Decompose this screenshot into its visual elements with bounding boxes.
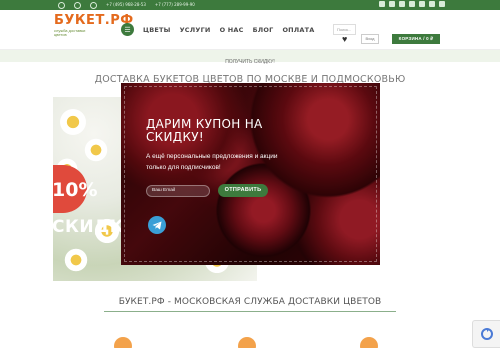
sale-percent: 10% bbox=[52, 179, 98, 201]
nav-item-blog[interactable]: БЛОГ bbox=[253, 26, 274, 34]
section-divider bbox=[104, 311, 396, 312]
mail-icon[interactable] bbox=[90, 1, 97, 9]
topbar-contacts: +7 (495) 968-28-53 +7 (777) 289-99-90 bbox=[58, 1, 195, 9]
promo-bar[interactable]: ПОЛУЧИТЬ СКИДКУ! bbox=[0, 50, 500, 65]
login-button[interactable]: Вход bbox=[361, 34, 379, 44]
instagram-icon[interactable] bbox=[389, 1, 395, 7]
menu-icon[interactable]: ☰ bbox=[121, 23, 134, 36]
wishlist-heart-icon[interactable]: ♥ bbox=[342, 34, 347, 44]
youtube-icon[interactable] bbox=[419, 1, 425, 7]
submit-button[interactable]: ОТПРАВИТЬ bbox=[218, 184, 268, 197]
coupon-popup: ДАРИМ КУПОН НА СКИДКУ! А ещё персональны… bbox=[121, 83, 380, 265]
telegram-icon[interactable] bbox=[429, 1, 435, 7]
whatsapp-icon[interactable] bbox=[439, 1, 445, 7]
popup-title: ДАРИМ КУПОН НА СКИДКУ! bbox=[146, 117, 263, 144]
cart-button[interactable]: КОРЗИНА / 0 ₽ bbox=[392, 34, 440, 44]
phone-primary[interactable]: +7 (495) 968-28-53 bbox=[106, 1, 146, 9]
nav-item-flowers[interactable]: ЦВЕТЫ bbox=[143, 26, 171, 34]
recaptcha-badge[interactable] bbox=[472, 320, 500, 348]
nav-item-payment[interactable]: ОПЛАТА bbox=[282, 26, 314, 34]
phone-secondary[interactable]: +7 (777) 289-99-90 bbox=[155, 1, 195, 9]
discount-icon bbox=[238, 337, 256, 348]
clock-icon[interactable] bbox=[74, 1, 81, 9]
vk-icon[interactable] bbox=[399, 1, 405, 7]
nav-item-about[interactable]: О НАС bbox=[220, 26, 244, 34]
email-field[interactable]: Ваш Email bbox=[146, 185, 210, 197]
daisy-image bbox=[83, 137, 109, 163]
telegram-icon bbox=[152, 221, 162, 229]
site-header: БУКЕТ.РФ служба доставки цветов ☰ ЦВЕТЫ … bbox=[0, 10, 500, 50]
facebook-icon[interactable] bbox=[379, 1, 385, 7]
search-placeholder: Поиск... bbox=[337, 27, 352, 32]
delivery-truck-icon bbox=[114, 337, 132, 348]
promo-text: ПОЛУЧИТЬ СКИДКУ! bbox=[225, 59, 275, 65]
ok-icon[interactable] bbox=[409, 1, 415, 7]
section-title: БУКЕТ.РФ - МОСКОВСКАЯ СЛУЖБА ДОСТАВКИ ЦВ… bbox=[118, 297, 382, 307]
main-nav: ☰ ЦВЕТЫ УСЛУГИ О НАС БЛОГ ОПЛАТА bbox=[121, 23, 315, 36]
top-bar: +7 (495) 968-28-53 +7 (777) 289-99-90 bbox=[0, 0, 500, 10]
recaptcha-icon bbox=[480, 328, 493, 340]
map-pin-icon[interactable] bbox=[58, 1, 65, 9]
daisy-image bbox=[58, 107, 88, 137]
logo-subtitle: служба доставки цветов bbox=[54, 28, 86, 37]
chat-icon bbox=[360, 337, 378, 348]
nav-item-services[interactable]: УСЛУГИ bbox=[180, 26, 211, 34]
telegram-button[interactable] bbox=[148, 216, 166, 234]
social-links bbox=[379, 1, 445, 7]
popup-border bbox=[124, 86, 377, 262]
popup-text: А ещё персональные предложения и акции т… bbox=[146, 153, 278, 171]
daisy-image bbox=[63, 247, 89, 273]
